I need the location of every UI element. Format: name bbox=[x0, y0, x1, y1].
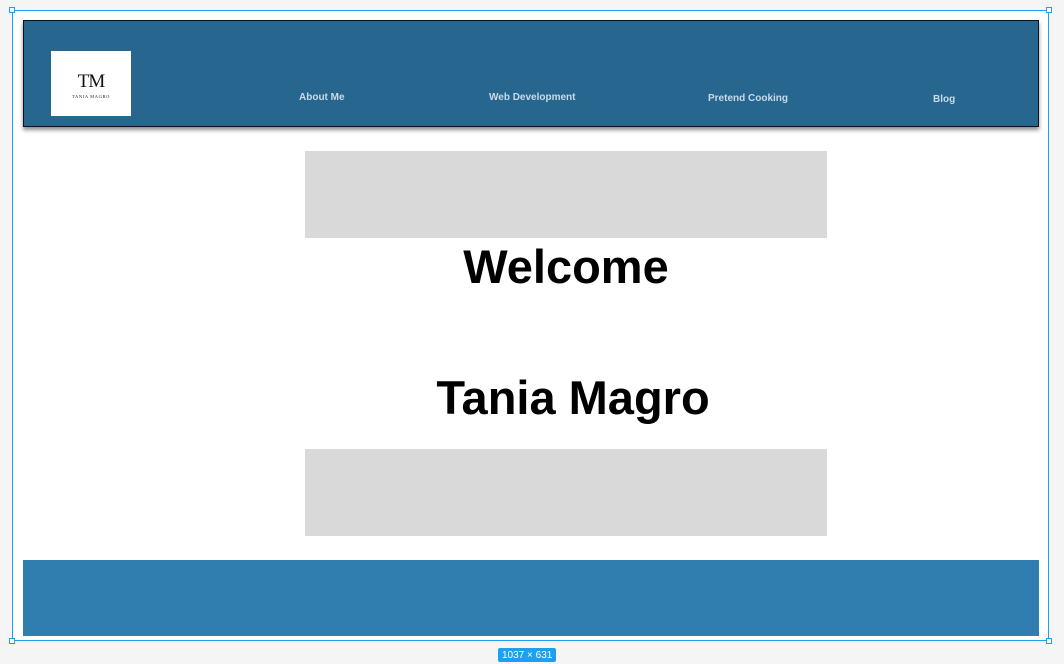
image-placeholder-top bbox=[305, 151, 827, 238]
frame-size-badge: 1037 × 631 bbox=[498, 648, 557, 662]
image-placeholder-bottom bbox=[305, 449, 827, 536]
welcome-heading: Welcome bbox=[463, 240, 669, 293]
nav-item-about-me[interactable]: About Me bbox=[299, 92, 345, 103]
resize-handle-top-left[interactable] bbox=[9, 7, 15, 13]
name-heading: Tania Magro bbox=[436, 371, 710, 424]
resize-handle-bottom-left[interactable] bbox=[9, 638, 15, 644]
logo-name: TANIA MAGRO bbox=[72, 93, 110, 99]
nav-item-web-development[interactable]: Web Development bbox=[489, 92, 576, 103]
resize-handle-bottom-right[interactable] bbox=[1046, 638, 1052, 644]
logo-mark: TM bbox=[77, 70, 105, 92]
site-footer bbox=[23, 560, 1039, 636]
nav-item-pretend-cooking[interactable]: Pretend Cooking bbox=[708, 93, 788, 104]
site-header bbox=[23, 20, 1039, 127]
logo[interactable]: TM TANIA MAGRO bbox=[51, 51, 131, 116]
resize-handle-top-right[interactable] bbox=[1046, 7, 1052, 13]
nav-item-blog[interactable]: Blog bbox=[933, 94, 955, 105]
